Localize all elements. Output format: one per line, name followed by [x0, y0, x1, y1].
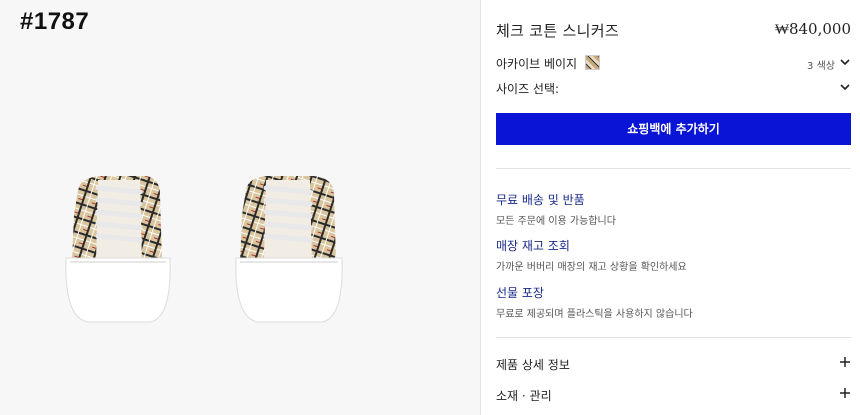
product-title: 체크 코튼 스니커즈 — [496, 22, 619, 40]
info-title[interactable]: 무료 배송 및 반품 — [496, 191, 851, 208]
image-id-tag: #1787 — [20, 8, 90, 35]
product-price: ₩840,000 — [774, 20, 851, 38]
info-subtitle: 모든 주문에 이용 가능합니다 — [496, 216, 616, 227]
info-title[interactable]: 선물 포장 — [496, 284, 851, 301]
add-to-bag-button[interactable]: 쇼핑백에 추가하기 — [496, 113, 851, 145]
plus-icon[interactable] — [840, 388, 850, 398]
color-swatch — [585, 55, 600, 70]
plus-icon[interactable] — [840, 357, 850, 367]
title-row: 체크 코튼 스니커즈 ₩840,000 — [496, 20, 851, 42]
chevron-down-icon[interactable] — [840, 82, 850, 92]
product-image-panel: #1787 — [0, 0, 480, 415]
accordion-material-care[interactable]: 소재 · 관리 — [496, 387, 851, 405]
info-subtitle: 가까운 버버리 매장의 재고 상황을 확인하세요 — [496, 262, 687, 273]
color-count: 3 색상 — [807, 61, 835, 72]
color-selector[interactable]: 아카이브 베이지 3 색상 — [496, 55, 851, 73]
right-shoe — [235, 176, 343, 323]
accordion-label: 소재 · 관리 — [496, 389, 552, 403]
accordion-product-details[interactable]: 제품 상세 정보 — [496, 356, 851, 374]
product-details-panel: 체크 코튼 스니커즈 ₩840,000 아카이브 베이지 3 색상 사이즈 선택… — [496, 0, 851, 415]
info-subtitle: 무료로 제공되며 플라스틱을 사용하지 않습니다 — [496, 309, 693, 320]
info-store-stock[interactable]: 매장 재고 조회 가까운 버버리 매장의 재고 상황을 확인하세요 — [496, 237, 851, 273]
section-divider — [496, 337, 851, 338]
section-divider — [496, 168, 851, 169]
size-selector[interactable]: 사이즈 선택: — [496, 80, 851, 98]
info-gift-wrap[interactable]: 선물 포장 무료로 제공되며 플라스틱을 사용하지 않습니다 — [496, 284, 851, 320]
info-title[interactable]: 매장 재고 조회 — [496, 237, 851, 254]
sneakers-image — [65, 176, 343, 323]
panel-divider — [480, 0, 481, 415]
accordion-label: 제품 상세 정보 — [496, 358, 570, 372]
left-shoe — [65, 176, 171, 323]
info-free-shipping[interactable]: 무료 배송 및 반품 모든 주문에 이용 가능합니다 — [496, 191, 851, 227]
chevron-down-icon[interactable] — [840, 57, 850, 67]
color-label: 아카이브 베이지 — [496, 57, 578, 71]
size-label: 사이즈 선택: — [496, 82, 560, 96]
